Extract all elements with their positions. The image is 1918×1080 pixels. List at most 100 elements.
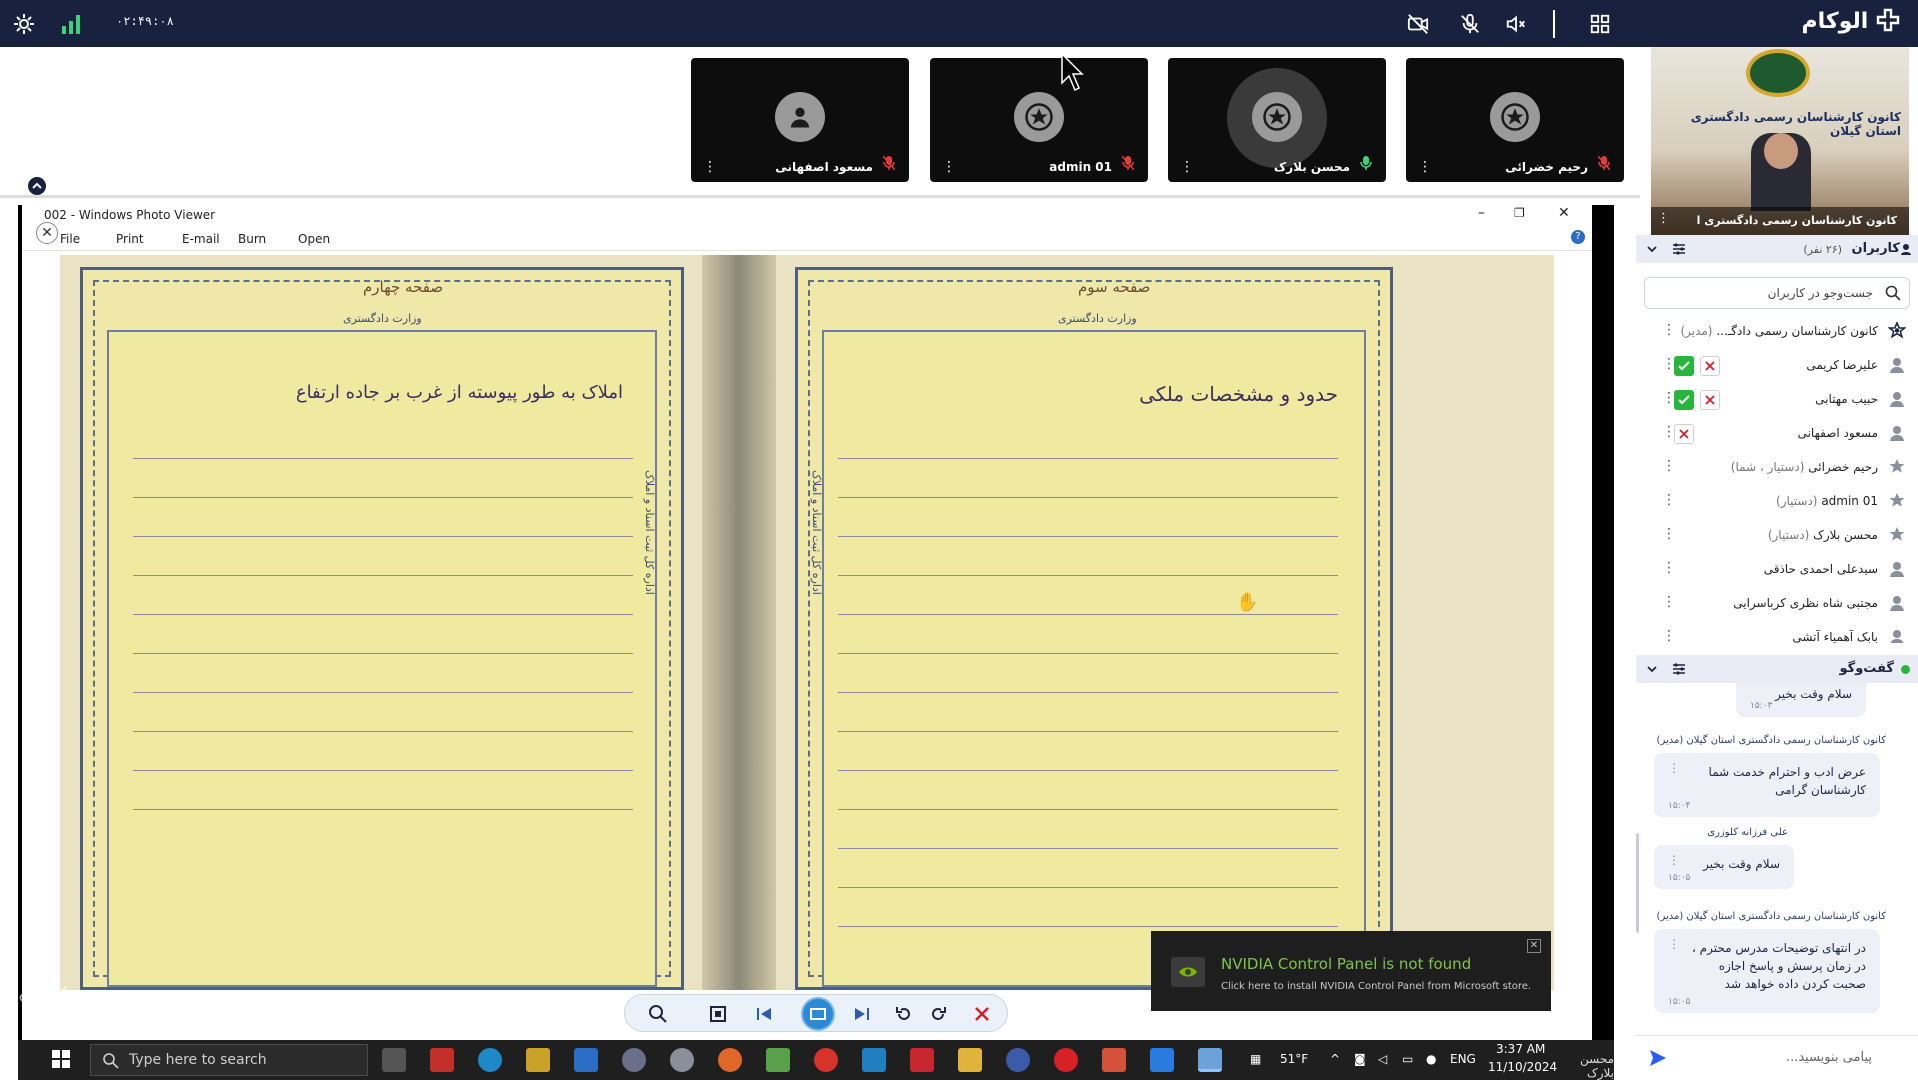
more-options-icon[interactable]: ⋮ (1180, 160, 1194, 174)
close-notification-button[interactable]: ✕ (1527, 939, 1541, 953)
participant-tile-speaking[interactable]: محسن بلارک ⋮ (1168, 58, 1386, 182)
clock-date[interactable]: 11/10/2024 (1488, 1060, 1557, 1074)
close-window-button[interactable]: ✕ (1558, 205, 1570, 221)
opera-icon[interactable] (814, 1048, 838, 1072)
task-view-icon[interactable] (382, 1048, 406, 1072)
send-icon[interactable] (1648, 1048, 1668, 1068)
more-options-icon[interactable]: ⋮ (1662, 629, 1676, 643)
user-row[interactable]: بابک آهمیاء آتشی ⋮ (1636, 621, 1918, 643)
taskbar-app-icon[interactable] (430, 1048, 454, 1072)
input-language[interactable]: ENG (1450, 1052, 1476, 1066)
camera-off-icon[interactable] (1402, 8, 1434, 40)
user-row[interactable]: علیرضا کریمی ⋮ (1636, 349, 1918, 383)
clock-time[interactable]: 3:37 AM (1496, 1042, 1545, 1056)
more-options-icon[interactable]: ⋮ (1662, 527, 1676, 541)
user-row[interactable]: admin 01 (دستیار) ⋮ (1636, 485, 1918, 519)
menu-print[interactable]: Print (116, 232, 144, 246)
more-options-icon[interactable]: ⋮ (1662, 493, 1676, 507)
user-row[interactable]: مجتبی شاه نظری کرباسرایی ⋮ (1636, 587, 1918, 621)
taskbar-app-icon[interactable] (670, 1048, 694, 1072)
windows-start-icon[interactable] (52, 1050, 70, 1072)
more-options-icon[interactable]: ⋮ (1662, 459, 1676, 473)
camera-video-tile[interactable]: کانون کارشناسان رسمی دادگستری استان گیلا… (1651, 47, 1909, 235)
user-row[interactable]: محسن بلارک (دستیار) ⋮ (1636, 519, 1918, 553)
previous-icon[interactable] (753, 1003, 775, 1025)
maximize-button[interactable]: ❐ (1514, 206, 1525, 220)
reject-button[interactable] (1700, 356, 1720, 376)
more-options-icon[interactable]: ⋮ (942, 160, 956, 174)
fullscreen-icon[interactable]: ⛶ (36, 258, 58, 280)
mic-off-icon[interactable] (1454, 8, 1486, 40)
more-options-icon[interactable]: ⋮ (1668, 853, 1680, 867)
taskbar-search[interactable]: Type here to search (90, 1044, 368, 1076)
minimize-button[interactable]: – (1478, 205, 1485, 221)
more-options-icon[interactable]: ⋮ (1662, 323, 1676, 337)
weather-icon[interactable]: ▦ (1250, 1052, 1261, 1066)
more-options-icon[interactable]: ⋮ (1662, 391, 1676, 405)
chevron-down-icon[interactable] (1646, 244, 1658, 254)
next-icon[interactable] (851, 1003, 873, 1025)
tray-chevron-icon[interactable]: ^ (1330, 1052, 1340, 1066)
more-options-icon[interactable]: ⋮ (1662, 425, 1676, 439)
chevron-down-icon[interactable] (1646, 664, 1658, 674)
tray-battery-icon[interactable]: ▭ (1402, 1052, 1413, 1066)
more-options-icon[interactable]: ⋮ (1668, 761, 1680, 775)
more-options-icon[interactable]: ⋮ (1662, 561, 1676, 575)
rotate-right-icon[interactable] (927, 1003, 949, 1025)
more-options-icon[interactable]: ⋮ (1662, 595, 1676, 609)
reject-button[interactable] (1700, 390, 1720, 410)
filter-icon[interactable] (1672, 242, 1686, 256)
more-options-icon[interactable]: ⋮ (1668, 937, 1680, 951)
user-row[interactable]: حبیب مهتابی ⋮ (1636, 383, 1918, 417)
zoom-icon[interactable] (647, 1003, 669, 1025)
approve-button[interactable] (1674, 356, 1694, 376)
firefox-icon[interactable] (718, 1048, 742, 1072)
file-explorer-icon[interactable] (958, 1048, 982, 1072)
more-options-icon[interactable]: ⋮ (703, 160, 717, 174)
chat-input[interactable]: پیامی بنویسید... (1636, 1035, 1918, 1080)
edge-icon[interactable] (478, 1048, 502, 1072)
photo-canvas[interactable]: صفحه چهارم وزارت دادگستری املاک به طور پ… (60, 255, 1554, 990)
user-row[interactable]: مسعود اصفهانی ⋮ (1636, 417, 1918, 451)
reject-button[interactable] (1674, 424, 1694, 444)
grid-icon[interactable] (1584, 8, 1616, 40)
tray-mic-icon[interactable]: ● (1426, 1052, 1436, 1066)
user-search-input[interactable]: جست‌وجو در کاربران (1644, 277, 1910, 309)
participant-tile[interactable]: admin 01 ⋮ (930, 58, 1148, 182)
taskbar-app-icon[interactable] (1150, 1048, 1174, 1072)
more-options-icon[interactable]: ⋮ (1662, 357, 1676, 371)
taskbar-app-icon[interactable] (862, 1048, 886, 1072)
tray-volume-icon[interactable]: ◁ (1378, 1052, 1387, 1066)
taskbar-app-icon[interactable] (1006, 1048, 1030, 1072)
participant-tile[interactable]: مسعود اصفهانی ⋮ (691, 58, 909, 182)
weather-text[interactable]: 51°F (1280, 1052, 1308, 1066)
speaker-icon[interactable] (1500, 8, 1532, 40)
menu-open[interactable]: Open (298, 232, 330, 246)
close-share-button[interactable]: ✕ (36, 222, 58, 244)
tray-network-icon[interactable]: ◙ (1354, 1052, 1366, 1066)
store-icon[interactable] (526, 1048, 550, 1072)
menu-email[interactable]: E-mail (182, 232, 220, 246)
opera-icon[interactable] (1054, 1048, 1078, 1072)
participant-tile[interactable]: رحیم خضرائی ⋮ (1406, 58, 1624, 182)
user-row[interactable]: کانون کارشناسان رسمی دادگـ... (مدیر) ⋮ (1636, 315, 1918, 349)
user-row[interactable]: رحیم خضرائی (دستیار ، شما) ⋮ (1636, 451, 1918, 485)
delete-icon[interactable] (971, 1003, 993, 1025)
photo-viewer-taskbar-icon[interactable] (1198, 1048, 1222, 1072)
user-row[interactable]: سیدعلی احمدی حاذقی ⋮ (1636, 553, 1918, 587)
rotate-left-icon[interactable] (893, 1003, 915, 1025)
filter-icon[interactable] (1672, 662, 1686, 676)
slideshow-button[interactable] (801, 997, 835, 1031)
more-options-icon[interactable]: ⋮ (1418, 160, 1432, 174)
menu-burn[interactable]: Burn (238, 232, 266, 246)
fit-window-icon[interactable] (707, 1003, 729, 1025)
help-icon[interactable]: ? (1571, 230, 1585, 244)
powerpoint-icon[interactable] (1102, 1048, 1126, 1072)
collapse-tiles-button[interactable] (28, 177, 46, 195)
gear-icon[interactable] (8, 8, 40, 40)
more-options-icon[interactable]: ⋮ (1657, 211, 1670, 226)
taskbar-app-icon[interactable] (766, 1048, 790, 1072)
taskbar-app-icon[interactable] (622, 1048, 646, 1072)
nvidia-notification[interactable]: NVIDIA Control Panel is not found Click … (1151, 931, 1551, 1011)
menu-file[interactable]: File (60, 232, 80, 246)
